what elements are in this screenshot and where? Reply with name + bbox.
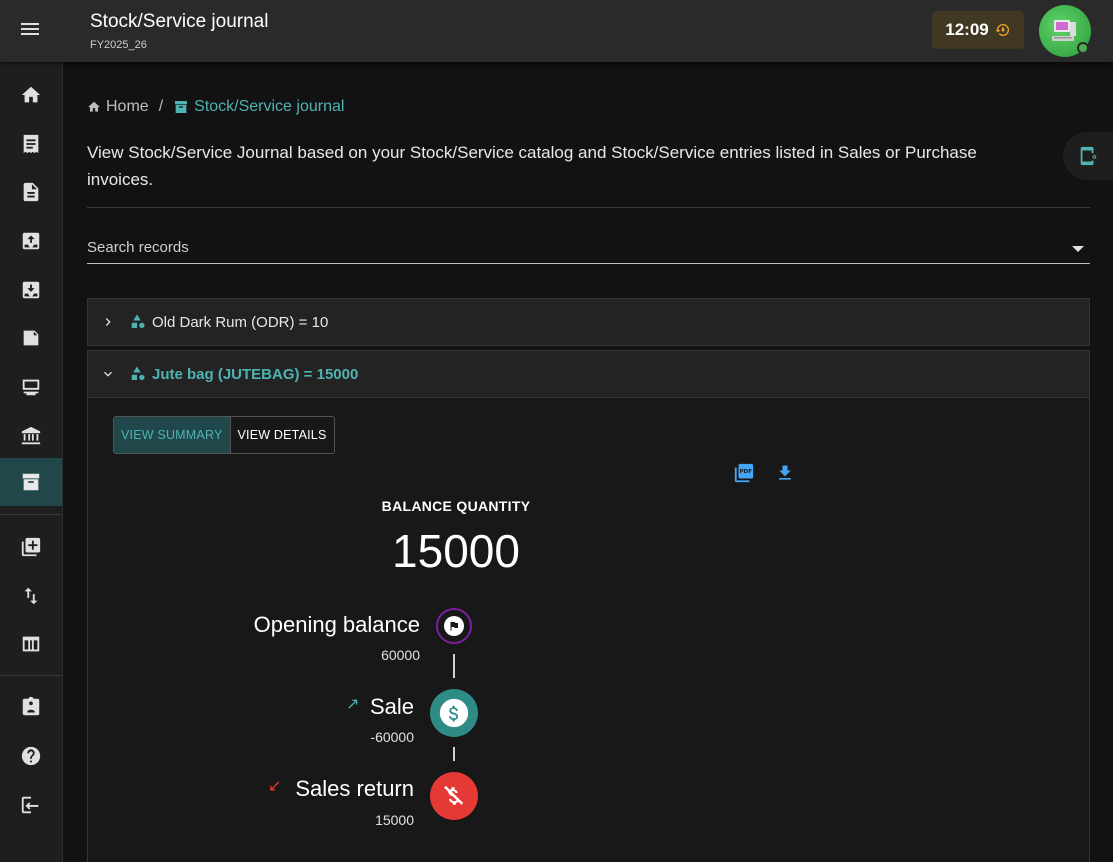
- home-icon: [88, 101, 100, 112]
- sidebar-item-account[interactable]: [0, 683, 62, 731]
- sidebar-item-inbox-upload[interactable]: [0, 217, 62, 265]
- download-icon: [779, 465, 791, 480]
- accordion-title: Jute bag (JUTEBAG) = 15000: [152, 365, 359, 383]
- archive-icon: [22, 473, 40, 491]
- timeline-label-opening: Opening balance: [253, 612, 420, 637]
- clock-time: 12:09: [945, 20, 989, 39]
- swap-vertical-icon: [24, 587, 38, 605]
- fiscal-year-label: FY2025_26: [90, 39, 147, 51]
- sales-return-node: [430, 772, 478, 820]
- balance-quantity-value: 15000: [392, 525, 520, 577]
- printer-icon: [22, 379, 40, 396]
- accordion-item-jute-bag[interactable]: Jute bag (JUTEBAG) = 15000: [87, 350, 1090, 398]
- sidebar-item-logout[interactable]: [0, 781, 62, 829]
- menu-icon-bar: [21, 28, 39, 30]
- cellphone-cog-icon: [1080, 146, 1097, 166]
- opening-balance-node: [436, 608, 472, 644]
- computer-user-icon: [1052, 20, 1076, 41]
- sidebar-item-transfers[interactable]: [0, 572, 62, 620]
- menu-icon-bar: [21, 23, 39, 25]
- flag-icon: [450, 622, 458, 631]
- help-icon: [21, 746, 41, 766]
- mobile-view-button[interactable]: [1063, 132, 1113, 180]
- timeline-value-sales-return: 15000: [375, 812, 414, 828]
- accordion-panel: VIEW SUMMARY VIEW DETAILS PDF BALANCE QU…: [87, 398, 1090, 862]
- sidebar-item-table[interactable]: [0, 620, 62, 668]
- accordion-title: Old Dark Rum (ODR) = 10: [152, 313, 329, 331]
- page-description: View Stock/Service Journal based on your…: [87, 143, 977, 189]
- main-content: Home / Stock/Service journal View Stock/…: [63, 62, 1113, 862]
- menu-icon-bar: [21, 33, 39, 35]
- page-title: Stock/Service journal: [90, 11, 269, 32]
- svg-text:PDF: PDF: [740, 469, 753, 475]
- timeline-label-sales-return: Sales return: [295, 776, 414, 801]
- divider: [87, 207, 1090, 208]
- breadcrumb: Home / Stock/Service journal: [87, 98, 344, 116]
- sidebar-divider: [0, 675, 62, 676]
- timeline-connector: [453, 747, 455, 761]
- search-label: Search records: [87, 239, 189, 256]
- shapes-icon: [131, 366, 145, 380]
- top-app-bar: Stock/Service journal FY2025_26 12:09: [0, 0, 1113, 62]
- timeline-label-sale: Sale: [369, 694, 414, 719]
- breadcrumb-current-label: Stock/Service journal: [194, 98, 345, 115]
- logout-icon: [21, 796, 39, 814]
- timeline-value-sale: -60000: [370, 729, 414, 745]
- timeline-value-opening: 60000: [381, 647, 420, 663]
- avatar[interactable]: [1039, 5, 1091, 57]
- breadcrumb-current: Stock/Service journal: [173, 98, 344, 116]
- chevron-down-icon[interactable]: [1072, 246, 1084, 252]
- clipboard-account-icon: [22, 696, 40, 716]
- search-input[interactable]: Search records: [87, 232, 1090, 264]
- sidebar-item-help[interactable]: [0, 732, 62, 780]
- sidebar-item-add-library[interactable]: [0, 523, 62, 571]
- online-status-dot: [1077, 42, 1089, 54]
- home-icon: [21, 86, 41, 103]
- receipt-icon: [23, 134, 39, 154]
- breadcrumb-separator: /: [158, 98, 164, 115]
- sidebar-divider: [0, 514, 62, 515]
- note-icon: [23, 330, 39, 346]
- view-toggle-group: VIEW SUMMARY VIEW DETAILS: [113, 416, 335, 454]
- breadcrumb-home-label: Home: [106, 98, 149, 115]
- view-details-button[interactable]: VIEW DETAILS: [231, 417, 334, 453]
- download-button[interactable]: [772, 460, 798, 486]
- view-summary-button[interactable]: VIEW SUMMARY: [114, 417, 231, 453]
- archive-icon: [175, 101, 188, 113]
- currency-usd-circle-icon: [439, 698, 469, 728]
- pdf-button[interactable]: PDF: [731, 460, 757, 486]
- sidebar-item-inbox-download[interactable]: [0, 266, 62, 314]
- inbox-upload-icon: [22, 232, 40, 250]
- lock-reset-icon: [995, 24, 1009, 36]
- menu-button[interactable]: [18, 20, 42, 42]
- clock-button[interactable]: 12:09: [932, 11, 1024, 49]
- table-icon: [22, 636, 40, 652]
- chevron-down-icon: [88, 366, 128, 382]
- sidebar-item-home[interactable]: [0, 71, 62, 119]
- document-icon: [23, 182, 39, 202]
- shapes-icon: [131, 314, 145, 328]
- chevron-right-icon: [88, 314, 128, 330]
- currency-usd-off-icon: [444, 785, 464, 805]
- accordion-item-old-dark-rum[interactable]: Old Dark Rum (ODR) = 10: [87, 298, 1090, 346]
- breadcrumb-home[interactable]: Home: [87, 98, 149, 116]
- balance-quantity-label: BALANCE QUANTITY: [381, 498, 531, 514]
- sidebar-item-bank[interactable]: [0, 412, 62, 460]
- sale-node: [430, 689, 478, 737]
- pdf-icon: PDF: [734, 463, 754, 483]
- sidebar: [0, 62, 63, 862]
- timeline-connector: [453, 654, 455, 678]
- add-library-icon: [21, 537, 41, 557]
- sidebar-item-stock-journal[interactable]: [0, 458, 62, 506]
- bank-icon: [21, 426, 41, 445]
- sidebar-item-notes[interactable]: [0, 314, 62, 362]
- sidebar-item-documents[interactable]: [0, 168, 62, 216]
- sidebar-item-print[interactable]: [0, 363, 62, 411]
- inbox-download-icon: [22, 281, 40, 299]
- sidebar-item-receipts[interactable]: [0, 120, 62, 168]
